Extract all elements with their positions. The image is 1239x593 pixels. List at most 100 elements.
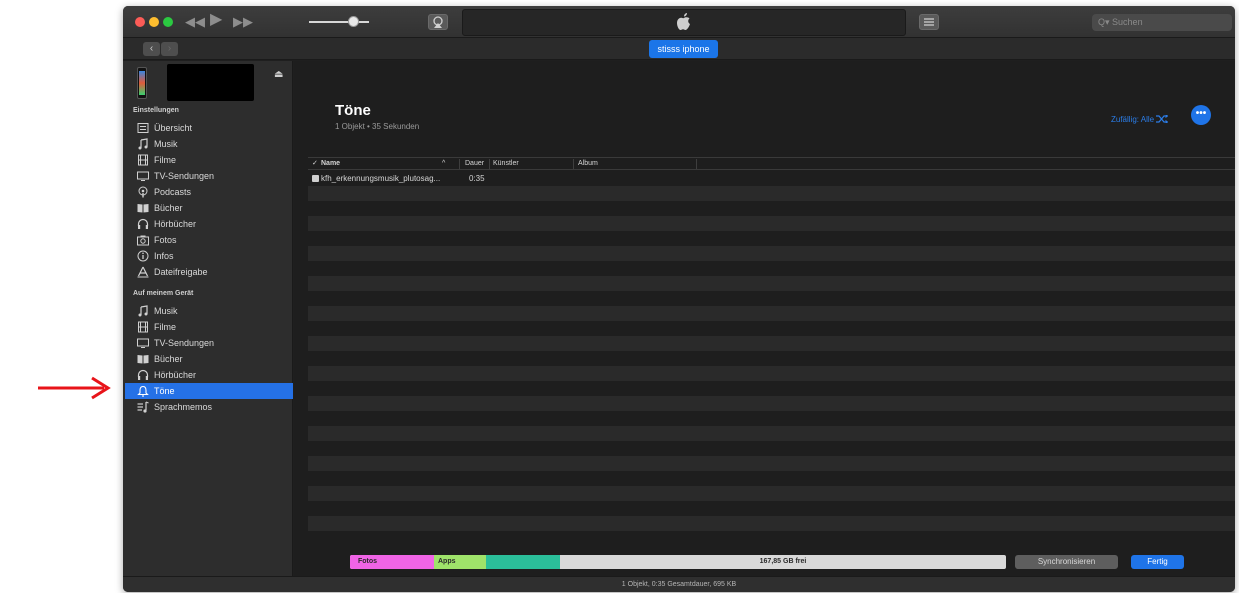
- shuffle-all-button[interactable]: Zufällig: Alle: [1111, 114, 1169, 124]
- more-options-button[interactable]: •••: [1191, 105, 1211, 125]
- title-bar: ◀◀ ▶ ▶▶ Q▾ Suchen: [123, 6, 1235, 38]
- sidebar-item-tv-shows[interactable]: TV-Sendungen: [125, 168, 293, 184]
- storage-capacity-bar: Fotos Apps 167,85 GB frei: [350, 555, 1006, 569]
- sync-button[interactable]: Synchronisieren: [1015, 555, 1118, 569]
- sidebar-item-label: Dateifreigabe: [154, 267, 208, 277]
- annotation-arrow-icon: [38, 376, 111, 400]
- page-subtitle: 1 Objekt • 35 Sekunden: [335, 122, 420, 131]
- podcast-icon: [138, 186, 148, 198]
- table-row-stripe: [308, 516, 1235, 531]
- sidebar-item-label: TV-Sendungen: [154, 171, 215, 181]
- sidebar-item-device-voice-memos[interactable]: Sprachmemos: [125, 399, 293, 415]
- sidebar-item-label: Bücher: [154, 354, 183, 364]
- sidebar-item-label: Filme: [154, 322, 176, 332]
- sidebar-item-label: Podcasts: [154, 187, 192, 197]
- sort-ascending-icon[interactable]: ^: [442, 158, 445, 169]
- table-row-stripe: [308, 471, 1235, 486]
- table-row[interactable]: kfh_erkennungsmusik_plutosag... 0:35: [308, 171, 1235, 186]
- table-row-stripe: [308, 411, 1235, 426]
- sidebar-item-device-movies[interactable]: Filme: [125, 319, 293, 335]
- sidebar-item-device-books[interactable]: Bücher: [125, 351, 293, 367]
- tv-icon: [137, 171, 149, 181]
- sidebar-item-podcasts[interactable]: Podcasts: [125, 184, 293, 200]
- table-row-stripe: [308, 336, 1235, 351]
- column-duration[interactable]: Dauer: [465, 158, 484, 169]
- page-title: Töne: [335, 102, 371, 119]
- capacity-segment-label: Apps: [438, 558, 456, 565]
- capacity-free-label: 167,85 GB frei: [759, 558, 807, 565]
- info-icon: [137, 250, 149, 262]
- forward-button[interactable]: ›: [161, 42, 178, 56]
- eject-icon[interactable]: ⏏: [274, 69, 283, 80]
- checkmark-icon[interactable]: ✓: [312, 158, 318, 169]
- sidebar-item-music[interactable]: Musik: [125, 136, 293, 152]
- column-album[interactable]: Album: [578, 158, 598, 169]
- column-name[interactable]: Name: [321, 158, 340, 169]
- play-icon[interactable]: ▶: [210, 12, 222, 28]
- headphones-icon: [137, 218, 149, 229]
- table-row-stripe: [308, 261, 1235, 276]
- book-icon: [137, 204, 149, 213]
- sidebar-item-summary[interactable]: Übersicht: [125, 120, 293, 136]
- capacity-segment-other: [486, 555, 560, 569]
- camera-icon: [137, 235, 149, 246]
- sidebar-item-movies[interactable]: Filme: [125, 152, 293, 168]
- table-row-stripe: [308, 366, 1235, 381]
- device-button[interactable]: stisss iphone: [649, 40, 718, 58]
- rewind-icon[interactable]: ◀◀: [185, 14, 205, 30]
- iphone-device-icon: [137, 67, 147, 99]
- chevron-left-icon: ‹: [149, 43, 154, 54]
- row-checkbox[interactable]: [312, 175, 319, 182]
- sidebar-item-device-audiobooks[interactable]: Hörbücher: [125, 367, 293, 383]
- headphones-icon: [137, 369, 149, 380]
- table-row-stripe: [308, 456, 1235, 471]
- table-row-stripe: [308, 291, 1235, 306]
- table-row-stripe: [308, 246, 1235, 261]
- table-row-stripe: [308, 216, 1235, 231]
- sidebar-item-label: Musik: [154, 306, 178, 316]
- itunes-window: ◀◀ ▶ ▶▶ Q▾ Suchen ‹ › stisss iphone ⏏ Ei…: [123, 6, 1235, 592]
- done-button[interactable]: Fertig: [1131, 555, 1184, 569]
- volume-slider[interactable]: [309, 21, 369, 23]
- sidebar: ⏏ Einstellungen Übersicht Musik Filme TV…: [123, 61, 293, 576]
- sidebar-item-device-tv-shows[interactable]: TV-Sendungen: [125, 335, 293, 351]
- table-row-stripe: [308, 321, 1235, 336]
- voice-memo-icon: [137, 401, 149, 413]
- sidebar-item-label: Töne: [154, 386, 175, 396]
- sidebar-item-device-tones[interactable]: Töne: [125, 383, 293, 399]
- sidebar-item-books[interactable]: Bücher: [125, 200, 293, 216]
- table-row-stripe: [308, 396, 1235, 411]
- sidebar-item-photos[interactable]: Fotos: [125, 232, 293, 248]
- sidebar-item-label: Filme: [154, 155, 176, 165]
- volume-slider-knob[interactable]: [348, 16, 359, 27]
- sidebar-item-audiobooks[interactable]: Hörbücher: [125, 216, 293, 232]
- sidebar-item-label: Infos: [154, 251, 174, 261]
- film-icon: [138, 154, 148, 166]
- zoom-window-button[interactable]: [163, 17, 173, 27]
- sidebar-item-label: Fotos: [154, 235, 177, 245]
- up-next-list-icon[interactable]: [919, 14, 939, 30]
- airplay-icon[interactable]: [428, 14, 448, 30]
- back-button[interactable]: ‹: [143, 42, 160, 56]
- sidebar-item-label: TV-Sendungen: [154, 338, 215, 348]
- column-artist[interactable]: Künstler: [493, 158, 519, 169]
- sidebar-item-label: Sprachmemos: [154, 402, 213, 412]
- track-name: kfh_erkennungsmusik_plutosag...: [321, 174, 441, 183]
- sidebar-item-file-sharing[interactable]: Dateifreigabe: [125, 264, 293, 280]
- track-duration: 0:35: [469, 174, 485, 183]
- film-icon: [138, 321, 148, 333]
- sidebar-item-info[interactable]: Infos: [125, 248, 293, 264]
- table-row-stripe: [308, 501, 1235, 516]
- tv-icon: [137, 338, 149, 348]
- section-device-heading: Auf meinem Gerät: [133, 290, 194, 297]
- sidebar-item-device-music[interactable]: Musik: [125, 303, 293, 319]
- search-input[interactable]: Q▾ Suchen: [1092, 14, 1232, 31]
- section-settings-heading: Einstellungen: [133, 107, 179, 114]
- sidebar-item-label: Hörbücher: [154, 370, 197, 380]
- close-window-button[interactable]: [135, 17, 145, 27]
- table-row-stripe: [308, 486, 1235, 501]
- sidebar-item-label: Musik: [154, 139, 178, 149]
- fast-forward-icon[interactable]: ▶▶: [233, 14, 253, 30]
- minimize-window-button[interactable]: [149, 17, 159, 27]
- shuffle-label: Zufällig: Alle: [1111, 115, 1155, 124]
